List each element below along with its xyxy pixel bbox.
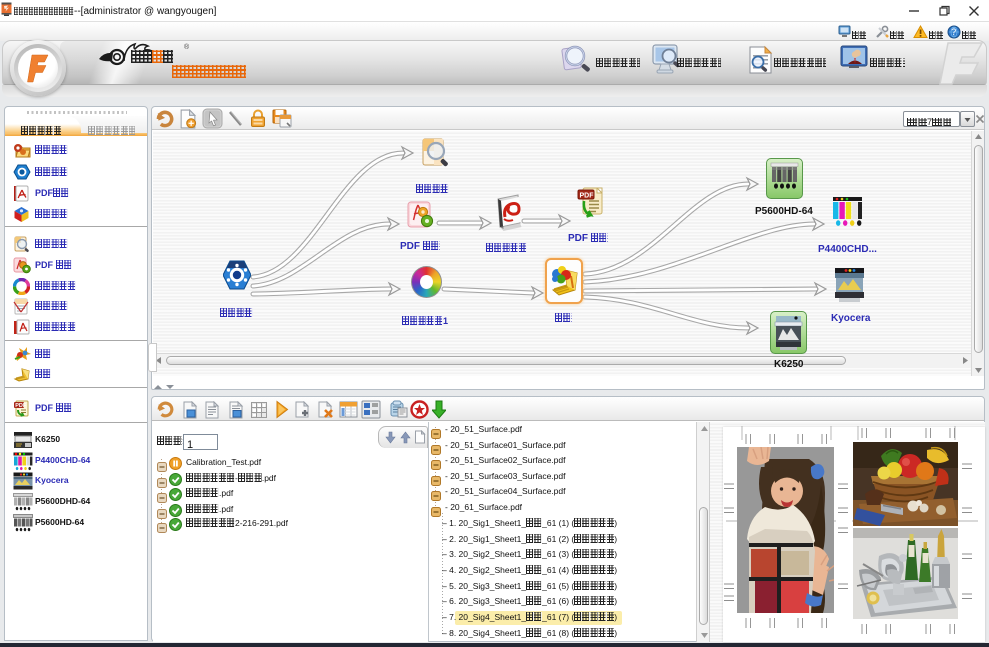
- svg-text:PDF: PDF: [15, 403, 27, 409]
- svg-text:PDF: PDF: [580, 193, 595, 200]
- svg-text:?: ?: [951, 27, 956, 37]
